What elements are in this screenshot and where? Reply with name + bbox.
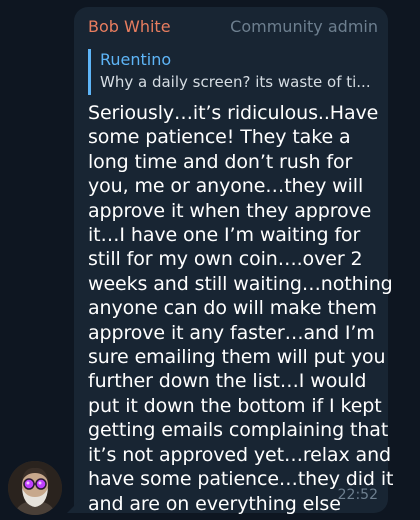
message-header: Bob White Community admin	[88, 17, 378, 41]
message-line: some patience! They take a	[88, 126, 351, 149]
sender-name[interactable]: Bob White	[88, 17, 171, 36]
avatar-portrait-icon	[8, 461, 62, 515]
message-line: have some patience…they did it	[88, 468, 394, 491]
reply-text: Why a daily screen? its waste of ti...	[100, 73, 371, 91]
message-line: approve it any faster…and I’m	[88, 321, 375, 344]
message-line: long time and don’t rush for	[88, 150, 353, 173]
sender-role-badge: Community admin	[230, 17, 378, 36]
chat-screen: Bob White Community admin Ruentino Why a…	[0, 0, 420, 520]
message-line: it’s not approved yet…relax and	[88, 443, 391, 466]
reply-quote[interactable]: Ruentino Why a daily screen? its waste o…	[88, 49, 378, 95]
message-bubble[interactable]: Bob White Community admin Ruentino Why a…	[74, 7, 394, 516]
message-line: weeks and still waiting…nothing	[88, 272, 393, 295]
message-text: Seriously…it’s ridiculous..Have some pat…	[88, 101, 394, 516]
message-timestamp: 22:52	[337, 487, 378, 503]
sender-avatar[interactable]	[8, 461, 62, 515]
message-line: sure emailing them will put you	[88, 346, 386, 369]
message-line: anyone can do will make them	[88, 297, 377, 320]
message-line: approve it when they approve	[88, 199, 372, 222]
message-line: further down the list…I would	[88, 370, 367, 393]
message-line: and are on everything else	[88, 492, 341, 515]
reply-author: Ruentino	[100, 50, 172, 69]
message-line: still for my own coin….over 2	[88, 248, 363, 271]
message-line: put it down the bottom if I kept	[88, 394, 382, 417]
message-line: you, me or anyone…they will	[88, 175, 364, 198]
message-line: getting emails complaining that	[88, 419, 389, 442]
message-line: it…I have one I’m waiting for	[88, 224, 361, 247]
message-line: Seriously…it’s ridiculous..Have	[88, 102, 379, 124]
